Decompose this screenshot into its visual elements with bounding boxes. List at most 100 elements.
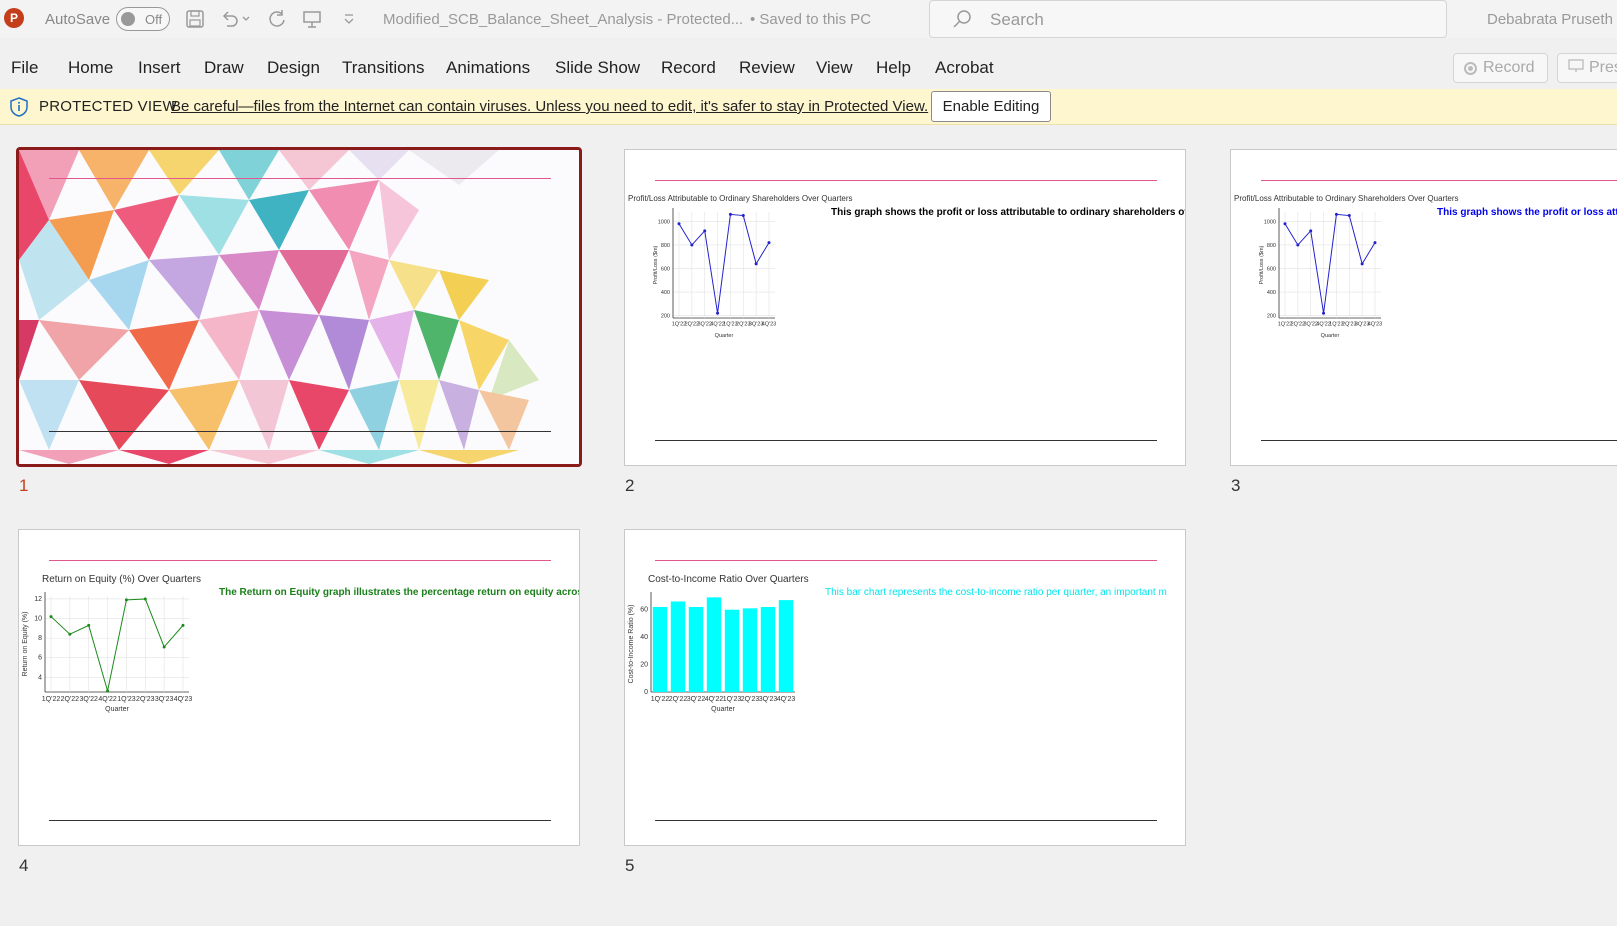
customize-toolbar-icon[interactable] [338, 8, 360, 30]
x-tick-label: 2Q'22 [669, 696, 688, 703]
data-point [1347, 214, 1351, 218]
y-tick-label: 40 [640, 634, 648, 641]
ribbon-tabs: File Home Insert Draw Design Transitions… [0, 50, 1617, 88]
tab-record[interactable]: Record [661, 58, 716, 78]
slide-top-rule [1261, 180, 1617, 181]
slide-bottom-rule [1261, 440, 1617, 441]
y-tick-label: 6 [38, 655, 42, 662]
slide-thumbnail-5[interactable]: Cost-to-Income Ratio Over Quarters 0 20 40… [624, 529, 1186, 846]
y-tick-label: 800 [1267, 243, 1276, 249]
return-on-equity-line-chart: 4 6 8 10 12 1Q'22 2Q'22 3Q'22 4Q'22 1Q'23 2Q'23 3Q'… [22, 592, 193, 713]
data-point [124, 598, 128, 602]
y-tick-label: 400 [661, 290, 670, 296]
tab-design[interactable]: Design [267, 58, 320, 78]
y-axis-label: Profit/Loss ($m) [1259, 245, 1265, 284]
tab-view[interactable]: View [816, 58, 853, 78]
shield-info-icon [9, 97, 29, 117]
x-axis-label: Quarter [711, 706, 735, 713]
x-tick-label: 4Q'23 [762, 322, 777, 328]
tab-insert[interactable]: Insert [138, 58, 181, 78]
save-icon[interactable] [184, 8, 206, 30]
autosave-label: AutoSave [45, 11, 111, 28]
redo-icon[interactable] [266, 8, 288, 30]
slide-bottom-rule [655, 440, 1157, 441]
data-point [1283, 222, 1287, 226]
undo-icon[interactable] [219, 8, 241, 30]
y-tick-label: 4 [38, 674, 42, 681]
slide-top-rule [49, 178, 551, 179]
slide-number-1: 1 [19, 476, 29, 495]
x-tick-label: 1Q'23 [723, 696, 742, 703]
title-bar: P AutoSave Off Modified_SCB_Balance_Shee… [0, 0, 1617, 38]
bar [688, 606, 704, 692]
slide-bottom-rule [49, 820, 551, 821]
tab-help[interactable]: Help [876, 58, 911, 78]
data-point [1322, 311, 1326, 315]
x-tick-label: 2Q'23 [741, 696, 760, 703]
tab-animations[interactable]: Animations [446, 58, 530, 78]
data-point [143, 597, 147, 601]
tab-file[interactable]: File [11, 58, 38, 78]
data-point [1309, 229, 1313, 233]
slide-number-4: 4 [19, 856, 29, 875]
x-tick-label: 3Q'23 [155, 696, 174, 703]
x-tick-label: 2Q'23 [136, 696, 155, 703]
document-title: Modified_SCB_Balance_Sheet_Analysis - Pr… [383, 11, 744, 28]
slide-caption: This graph shows the profit or loss attr… [1437, 207, 1617, 218]
tab-home[interactable]: Home [68, 58, 113, 78]
tab-draw[interactable]: Draw [204, 58, 244, 78]
data-point [703, 229, 707, 233]
bar [742, 608, 758, 692]
profit-loss-line-chart: 20040060080010001Q'222Q'223Q'224Q'221Q'2… [653, 208, 777, 339]
slide-top-rule [655, 180, 1157, 181]
x-tick-label: 4Q'23 [1368, 322, 1383, 328]
protected-view-message[interactable]: Be careful—files from the Internet can c… [171, 98, 928, 115]
bar [652, 606, 668, 692]
data-point [690, 243, 694, 247]
y-axis-label: Return on Equity (%) [22, 612, 29, 677]
cost-to-income-bar-chart: 0 20 40 60 1Q'22 2Q'22 3Q'22 4Q'22 1Q'23 2Q'23 3Q'… [628, 592, 795, 713]
user-name[interactable]: Debabrata Pruseth [1487, 11, 1613, 28]
y-tick-label: 800 [661, 243, 670, 249]
present-button[interactable]: Pres [1557, 53, 1617, 83]
x-tick-label: 1Q'23 [117, 696, 136, 703]
data-point [741, 214, 745, 218]
autosave-toggle[interactable]: Off [116, 7, 170, 31]
present-button-label: Pres [1589, 59, 1617, 76]
slide-bottom-rule [49, 431, 551, 432]
powerpoint-logo-icon: P [4, 8, 24, 28]
tab-acrobat[interactable]: Acrobat [935, 58, 994, 78]
slide-thumbnail-1[interactable] [16, 147, 582, 467]
search-box[interactable]: Search [929, 0, 1447, 38]
data-point [716, 311, 720, 315]
tab-transitions[interactable]: Transitions [342, 58, 425, 78]
slide-thumbnail-3[interactable]: Profit/Loss Attributable to Ordinary Sha… [1230, 149, 1617, 466]
slide-thumbnail-4[interactable]: Return on Equity (%) Over Quarters 4 6 8 10… [18, 529, 580, 846]
tab-review[interactable]: Review [739, 58, 795, 78]
y-tick-label: 60 [640, 607, 648, 614]
y-axis-label: Cost-to-Income Ratio (%) [628, 605, 635, 684]
x-axis-label: Quarter [1321, 333, 1340, 339]
data-point [754, 262, 758, 266]
toggle-knob [121, 12, 135, 26]
data-point [677, 222, 681, 226]
record-button[interactable]: Record [1453, 53, 1548, 83]
x-tick-label: 3Q'23 [759, 696, 778, 703]
present-from-start-icon[interactable] [301, 8, 323, 30]
y-tick-label: 200 [1267, 314, 1276, 320]
undo-dropdown-icon[interactable] [240, 8, 252, 30]
x-axis-label: Quarter [715, 333, 734, 339]
autosave-state: Off [145, 12, 163, 27]
y-tick-label: 20 [640, 662, 648, 669]
x-tick-label: 4Q'23 [174, 696, 193, 703]
x-axis-label: Quarter [105, 706, 129, 713]
tab-slide-show[interactable]: Slide Show [555, 58, 640, 78]
enable-editing-button[interactable]: Enable Editing [931, 91, 1051, 122]
slide-thumbnail-2[interactable]: Profit/Loss Attributable to Ordinary Sha… [624, 149, 1186, 466]
slide-bottom-rule [655, 820, 1157, 821]
slide-caption: This bar chart represents the cost-to-in… [825, 587, 1167, 598]
data-point [767, 241, 771, 245]
slide-number-2: 2 [625, 476, 635, 495]
data-point [68, 632, 72, 636]
bar [724, 609, 740, 692]
